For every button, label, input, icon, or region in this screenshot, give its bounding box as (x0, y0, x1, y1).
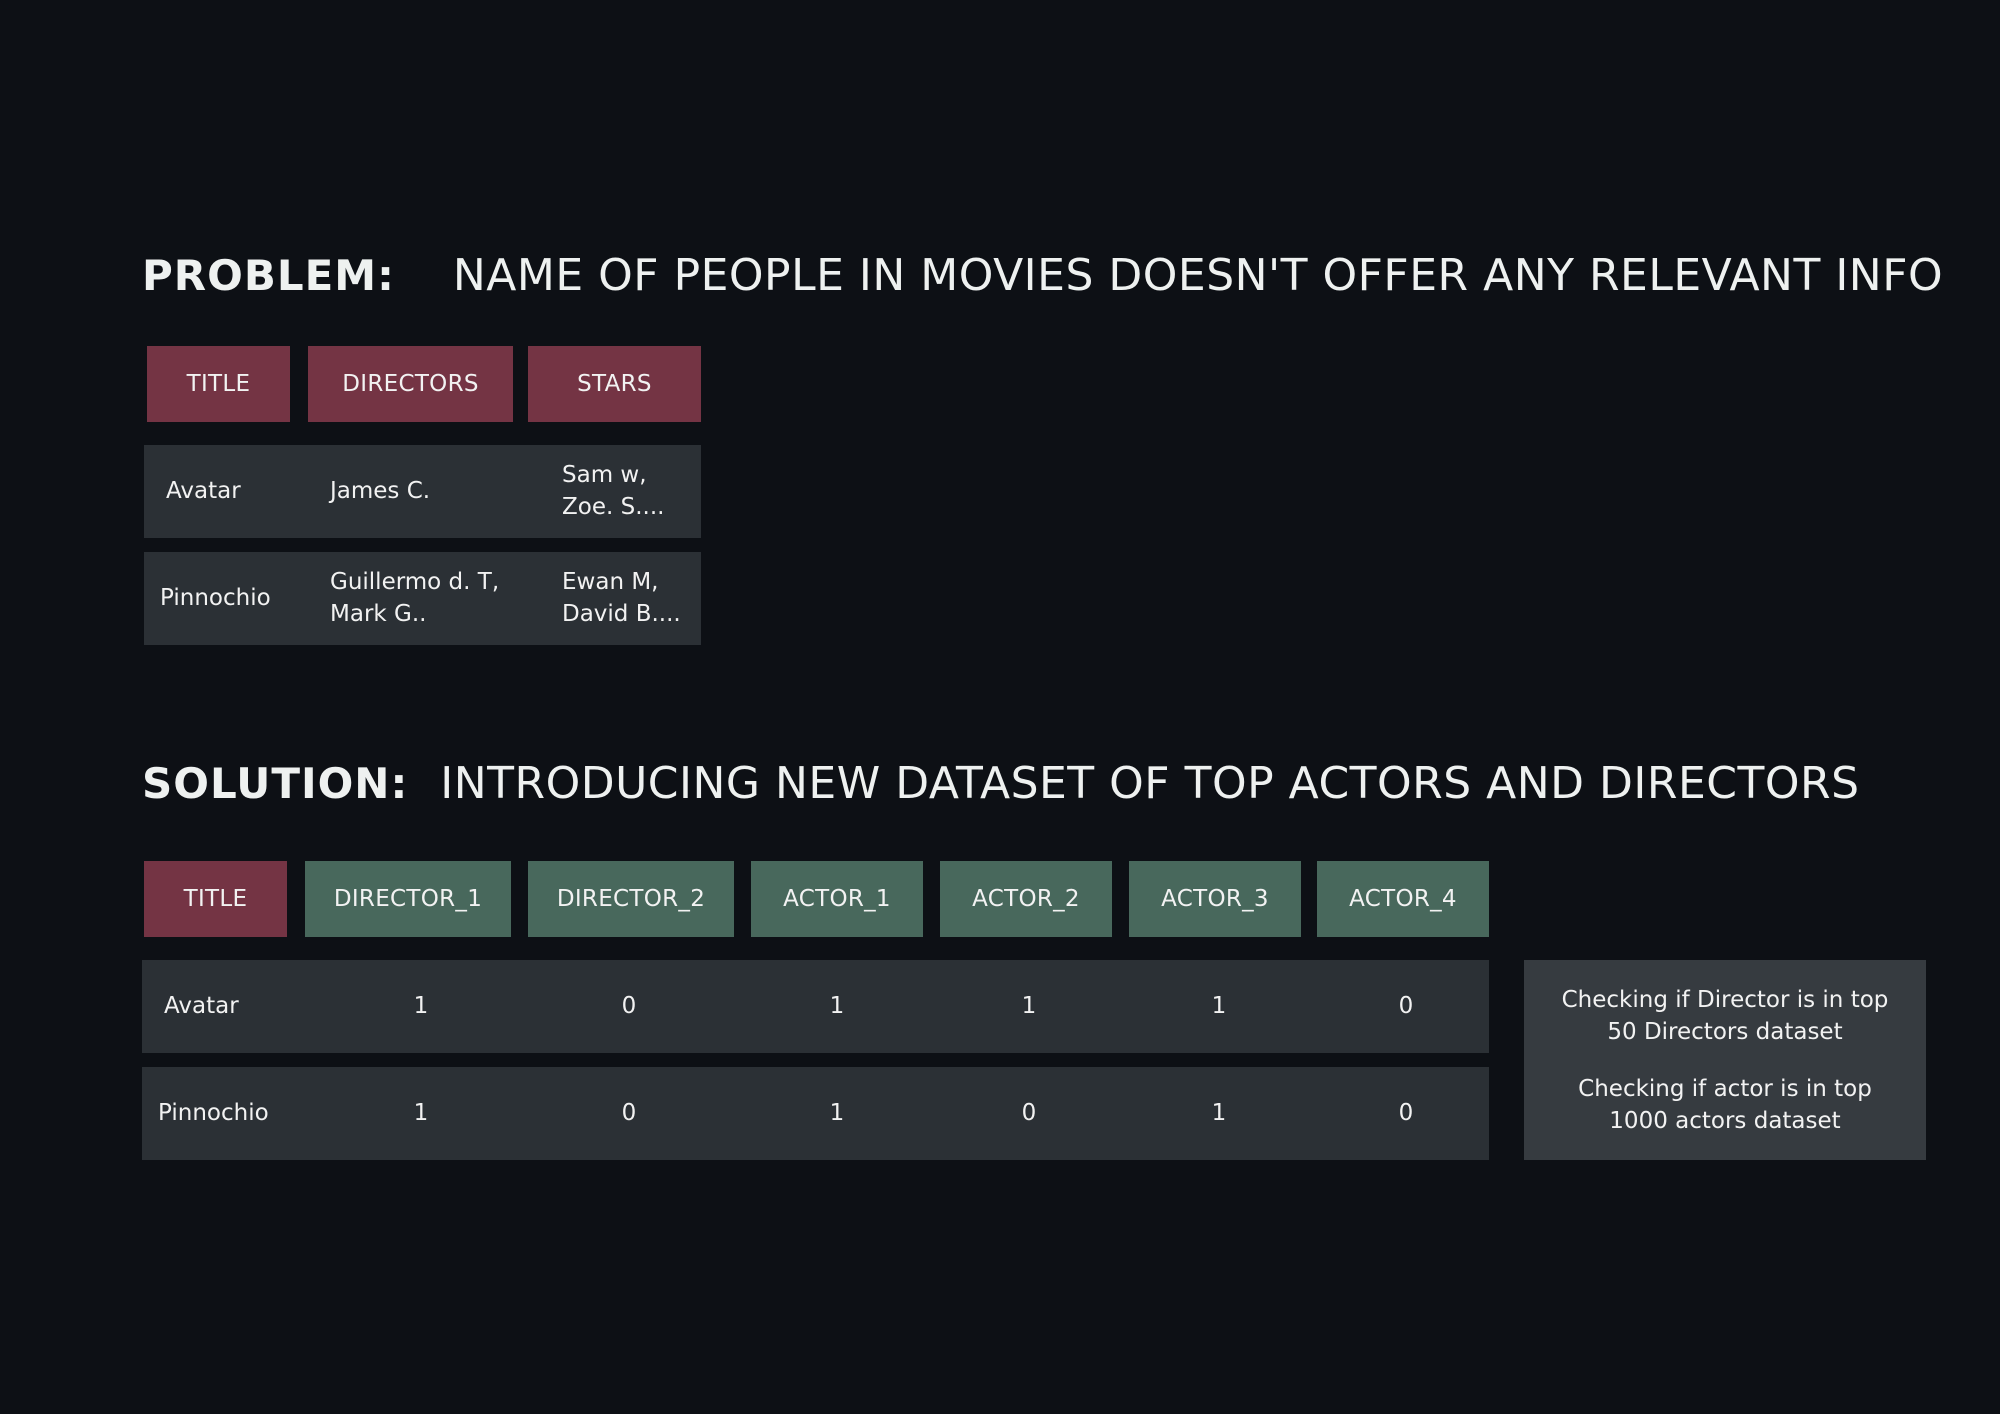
cell-director-1: 1 (413, 1100, 429, 1126)
solution-statement: INTRODUCING NEW DATASET OF TOP ACTORS AN… (440, 757, 1860, 809)
cell-actor-4: 0 (1398, 993, 1414, 1019)
row-stars-line2: David B.... (562, 601, 681, 627)
director-note-line1: Checking if Director is in top (1561, 986, 1889, 1013)
solution-heading: SOLUTION: INTRODUCING NEW DATASET OF TOP… (142, 748, 1972, 818)
row-stars-line1: Sam w, (562, 462, 647, 488)
explanation-note: Checking if Director is in top 50 Direct… (1524, 960, 1926, 1160)
row-directors: James C. (330, 478, 431, 504)
problem-keyword: PROBLEM: (142, 250, 395, 300)
problem-row-pinnochio: Pinnochio Guillermo d. T, Mark G.. Ewan … (144, 552, 701, 645)
cell-actor-3: 1 (1211, 1100, 1227, 1126)
solution-header-actor-2: ACTOR_2 (940, 861, 1112, 937)
cell-actor-1: 1 (829, 1100, 845, 1126)
solution-row-pinnochio: Pinnochio 1 0 1 0 1 0 (142, 1067, 1489, 1160)
problem-header-title: TITLE (147, 346, 290, 422)
director-note-line2: 50 Directors dataset (1607, 1018, 1843, 1045)
row-stars-line1: Ewan M, (562, 569, 659, 595)
problem-heading: PROBLEM: NAME OF PEOPLE IN MOVIES DOESN'… (142, 240, 1972, 310)
solution-header-actor-3: ACTOR_3 (1129, 861, 1301, 937)
solution-header-title: TITLE (144, 861, 287, 937)
actor-note-line2: 1000 actors dataset (1609, 1107, 1841, 1134)
row-directors-line2: Mark G.. (330, 601, 427, 627)
solution-keyword: SOLUTION: (142, 758, 409, 808)
problem-row-avatar: Avatar James C. Sam w, Zoe. S.... (144, 445, 701, 538)
actor-note-line1: Checking if actor is in top (1578, 1075, 1872, 1102)
row-stars-line2: Zoe. S.... (562, 494, 665, 520)
solution-row-avatar: Avatar 1 0 1 1 1 0 (142, 960, 1489, 1053)
solution-header-actor-4: ACTOR_4 (1317, 861, 1489, 937)
row-title: Pinnochio (160, 585, 271, 611)
problem-statement: NAME OF PEOPLE IN MOVIES DOESN'T OFFER A… (452, 249, 1944, 301)
director-note: Checking if Director is in top 50 Direct… (1562, 984, 1889, 1048)
cell-actor-2: 1 (1021, 993, 1037, 1019)
cell-director-1: 1 (413, 993, 429, 1019)
cell-actor-4: 0 (1398, 1100, 1414, 1126)
row-directors-line1: Guillermo d. T, (330, 569, 500, 595)
problem-header-directors: DIRECTORS (308, 346, 513, 422)
row-title: Pinnochio (158, 1100, 269, 1126)
problem-header-stars: STARS (528, 346, 701, 422)
cell-director-2: 0 (621, 993, 637, 1019)
cell-actor-3: 1 (1211, 993, 1227, 1019)
row-title: Avatar (164, 993, 239, 1019)
solution-header-director-1: DIRECTOR_1 (305, 861, 511, 937)
solution-header-actor-1: ACTOR_1 (751, 861, 923, 937)
cell-director-2: 0 (621, 1100, 637, 1126)
solution-header-director-2: DIRECTOR_2 (528, 861, 734, 937)
row-title: Avatar (166, 478, 241, 504)
actor-note: Checking if actor is in top 1000 actors … (1578, 1073, 1872, 1137)
cell-actor-2: 0 (1021, 1100, 1037, 1126)
cell-actor-1: 1 (829, 993, 845, 1019)
